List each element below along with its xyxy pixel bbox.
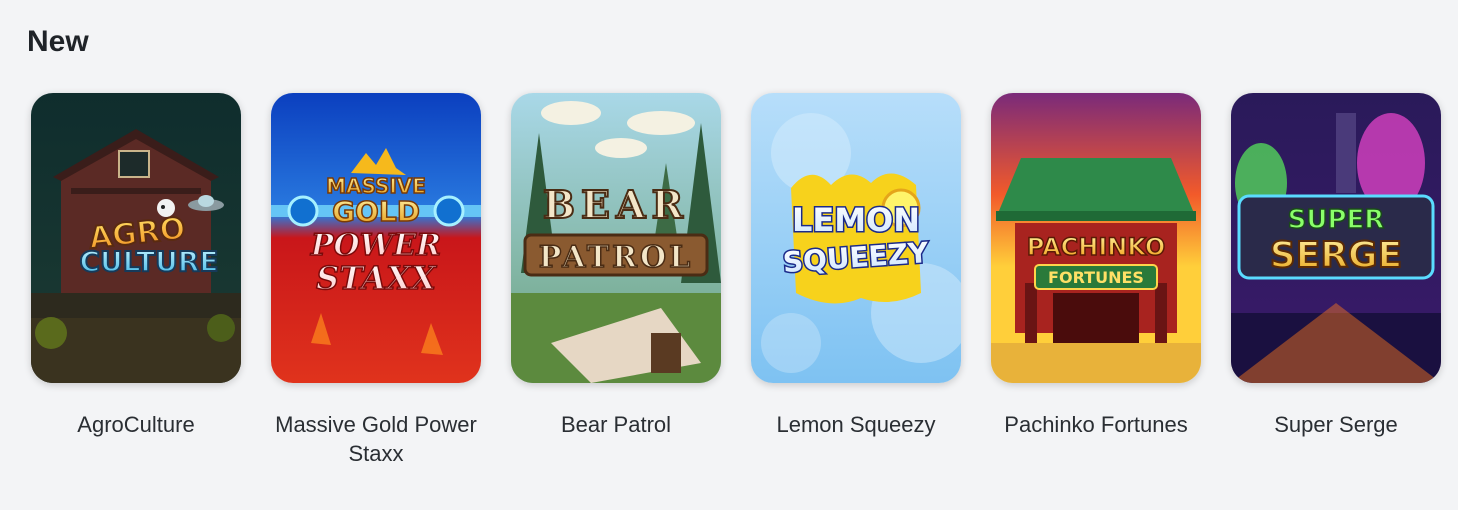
game-thumbnail-super-serge[interactable]: SUPER SERGE [1231, 93, 1441, 383]
games-row: AGRO CULTURE AgroCulture MASSIVE GOLD PO… [31, 93, 1441, 468]
game-title[interactable]: Pachinko Fortunes [976, 410, 1216, 439]
game-tile-pachinko-fortunes[interactable]: PACHINKO FORTUNES Pachinko Fortunes [991, 93, 1201, 468]
super-serge-logo-bottom: SERGE [1270, 235, 1402, 276]
agroculture-artwork: AGRO CULTURE [31, 93, 241, 383]
massive-gold-artwork: MASSIVE GOLD POWER STAXX [271, 93, 481, 383]
super-serge-artwork: SUPER SERGE [1231, 93, 1441, 383]
pachinko-fortunes-artwork: PACHINKO FORTUNES [991, 93, 1201, 383]
game-tile-super-serge[interactable]: SUPER SERGE Super Serge [1231, 93, 1441, 468]
bear-patrol-artwork: BEAR PATROL [511, 93, 721, 383]
game-thumbnail-bear-patrol[interactable]: BEAR PATROL [511, 93, 721, 383]
game-tile-bear-patrol[interactable]: BEAR PATROL Bear Patrol [511, 93, 721, 468]
game-tile-massive-gold-power-staxx[interactable]: MASSIVE GOLD POWER STAXX Massive Gold Po… [271, 93, 481, 468]
lemon-squeezy-artwork: LEMON SQUEEZY [751, 93, 961, 383]
bear-patrol-logo-bottom: PATROL [539, 240, 694, 275]
game-tile-lemon-squeezy[interactable]: LEMON SQUEEZY Lemon Squeezy [751, 93, 961, 468]
massive-gold-logo-mid: GOLD [332, 195, 420, 228]
pachinko-logo-bottom: FORTUNES [1048, 268, 1144, 287]
game-title[interactable]: Lemon Squeezy [736, 410, 976, 439]
agroculture-logo-bottom: CULTURE [79, 245, 218, 278]
massive-gold-logo-power: POWER [310, 228, 441, 263]
game-title[interactable]: Super Serge [1216, 410, 1456, 439]
massive-gold-logo-staxx: STAXX [316, 259, 437, 297]
super-serge-logo-top: SUPER [1288, 205, 1385, 235]
pachinko-logo-top: PACHINKO [1027, 233, 1166, 261]
lemon-squeezy-logo-top: LEMON [792, 201, 920, 239]
game-title[interactable]: AgroCulture [16, 410, 256, 439]
bear-patrol-logo-top: BEAR [543, 182, 689, 227]
section-title: New [27, 25, 89, 58]
game-thumbnail-massive-gold-power-staxx[interactable]: MASSIVE GOLD POWER STAXX [271, 93, 481, 383]
game-title[interactable]: Bear Patrol [496, 410, 736, 439]
game-thumbnail-pachinko-fortunes[interactable]: PACHINKO FORTUNES [991, 93, 1201, 383]
game-thumbnail-lemon-squeezy[interactable]: LEMON SQUEEZY [751, 93, 961, 383]
game-thumbnail-agroculture[interactable]: AGRO CULTURE [31, 93, 241, 383]
game-title[interactable]: Massive Gold Power Staxx [256, 410, 496, 468]
game-tile-agroculture[interactable]: AGRO CULTURE AgroCulture [31, 93, 241, 468]
